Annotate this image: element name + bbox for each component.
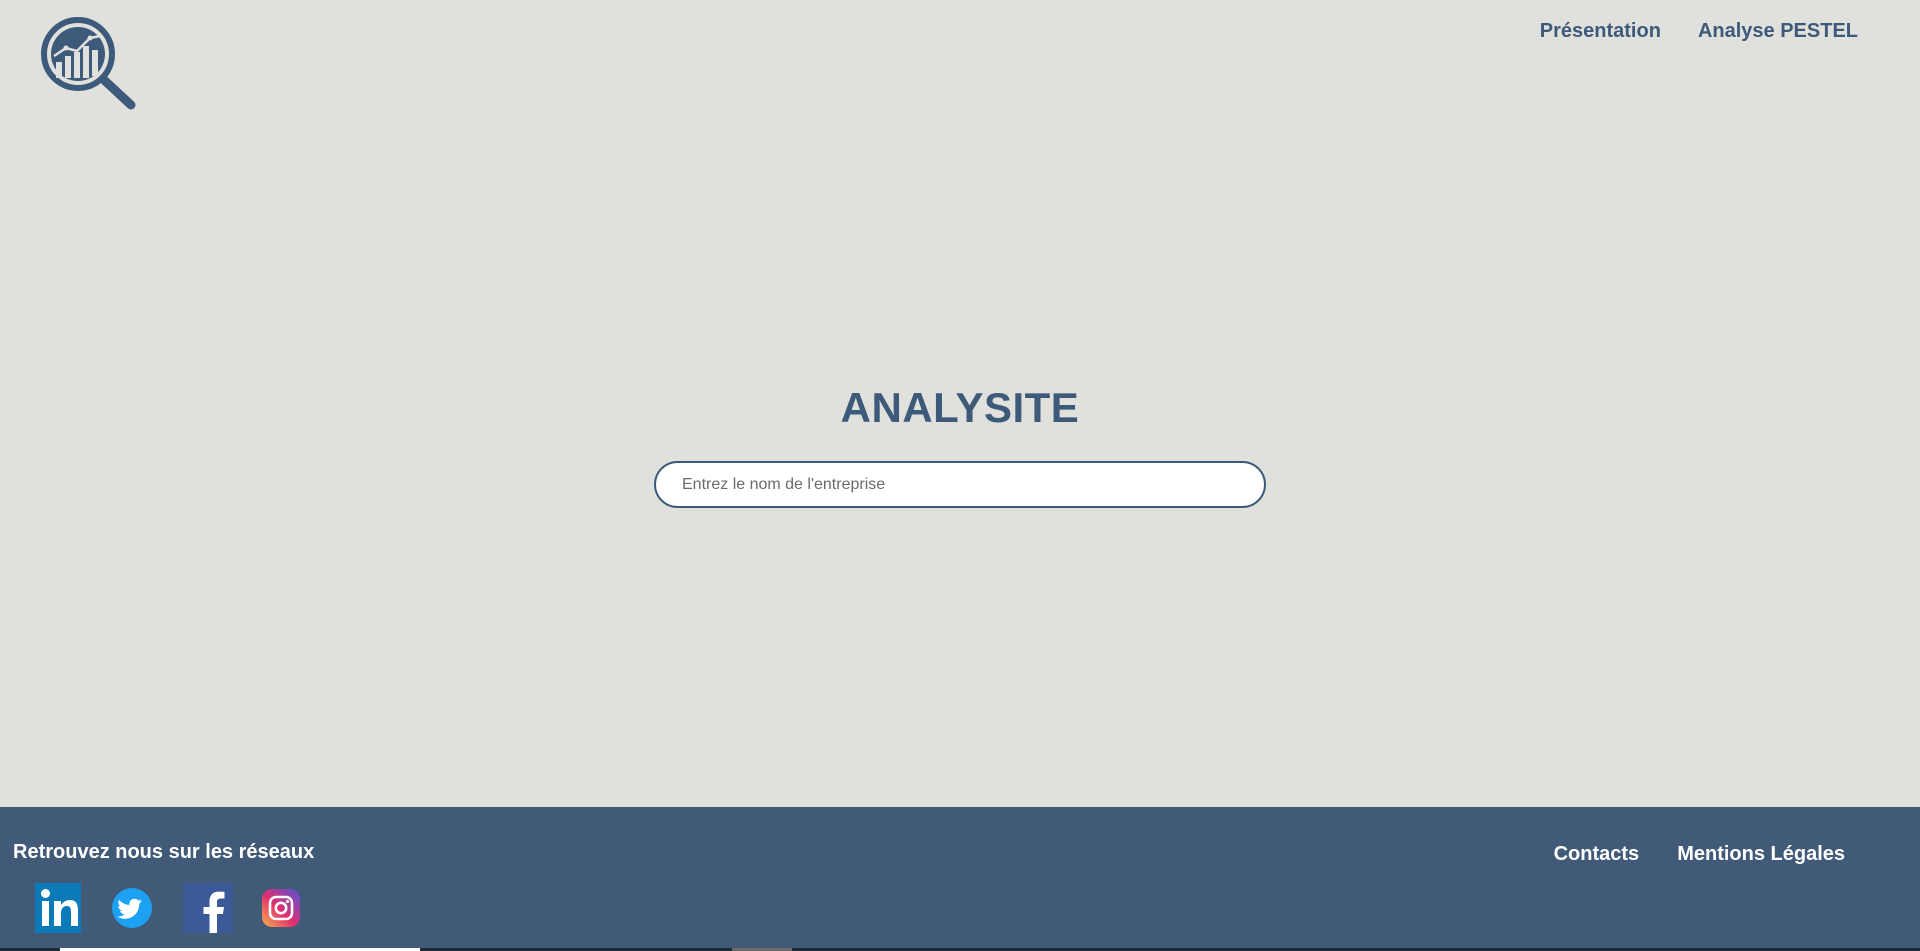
footer-social-title: Retrouvez nous sur les réseaux [13,841,315,863]
linkedin-icon[interactable]: ™ [33,883,87,938]
instagram-icon[interactable] [261,888,301,933]
social-links: ™ [33,883,301,938]
footer-links: Contacts Mentions Légales [1554,843,1845,866]
page-title: ANALYSITE [840,384,1080,431]
magnifier-chart-icon[interactable] [40,16,140,112]
facebook-icon[interactable] [183,883,233,938]
footer-mentions-legales-link[interactable]: Mentions Légales [1677,843,1845,866]
main-nav: Présentation Analyse PESTEL [1540,20,1858,43]
svg-text:™: ™ [81,927,86,933]
hero: ANALYSITE [0,384,1920,432]
nav-presentation-link[interactable]: Présentation [1540,20,1661,43]
company-search-input[interactable] [654,461,1266,508]
footer-contacts-link[interactable]: Contacts [1554,843,1640,866]
header: Présentation Analyse PESTEL [0,0,1920,130]
twitter-icon[interactable] [111,887,153,934]
footer: Retrouvez nous sur les réseaux ™ Contact… [0,807,1920,951]
nav-analyse-pestel-link[interactable]: Analyse PESTEL [1698,20,1858,43]
